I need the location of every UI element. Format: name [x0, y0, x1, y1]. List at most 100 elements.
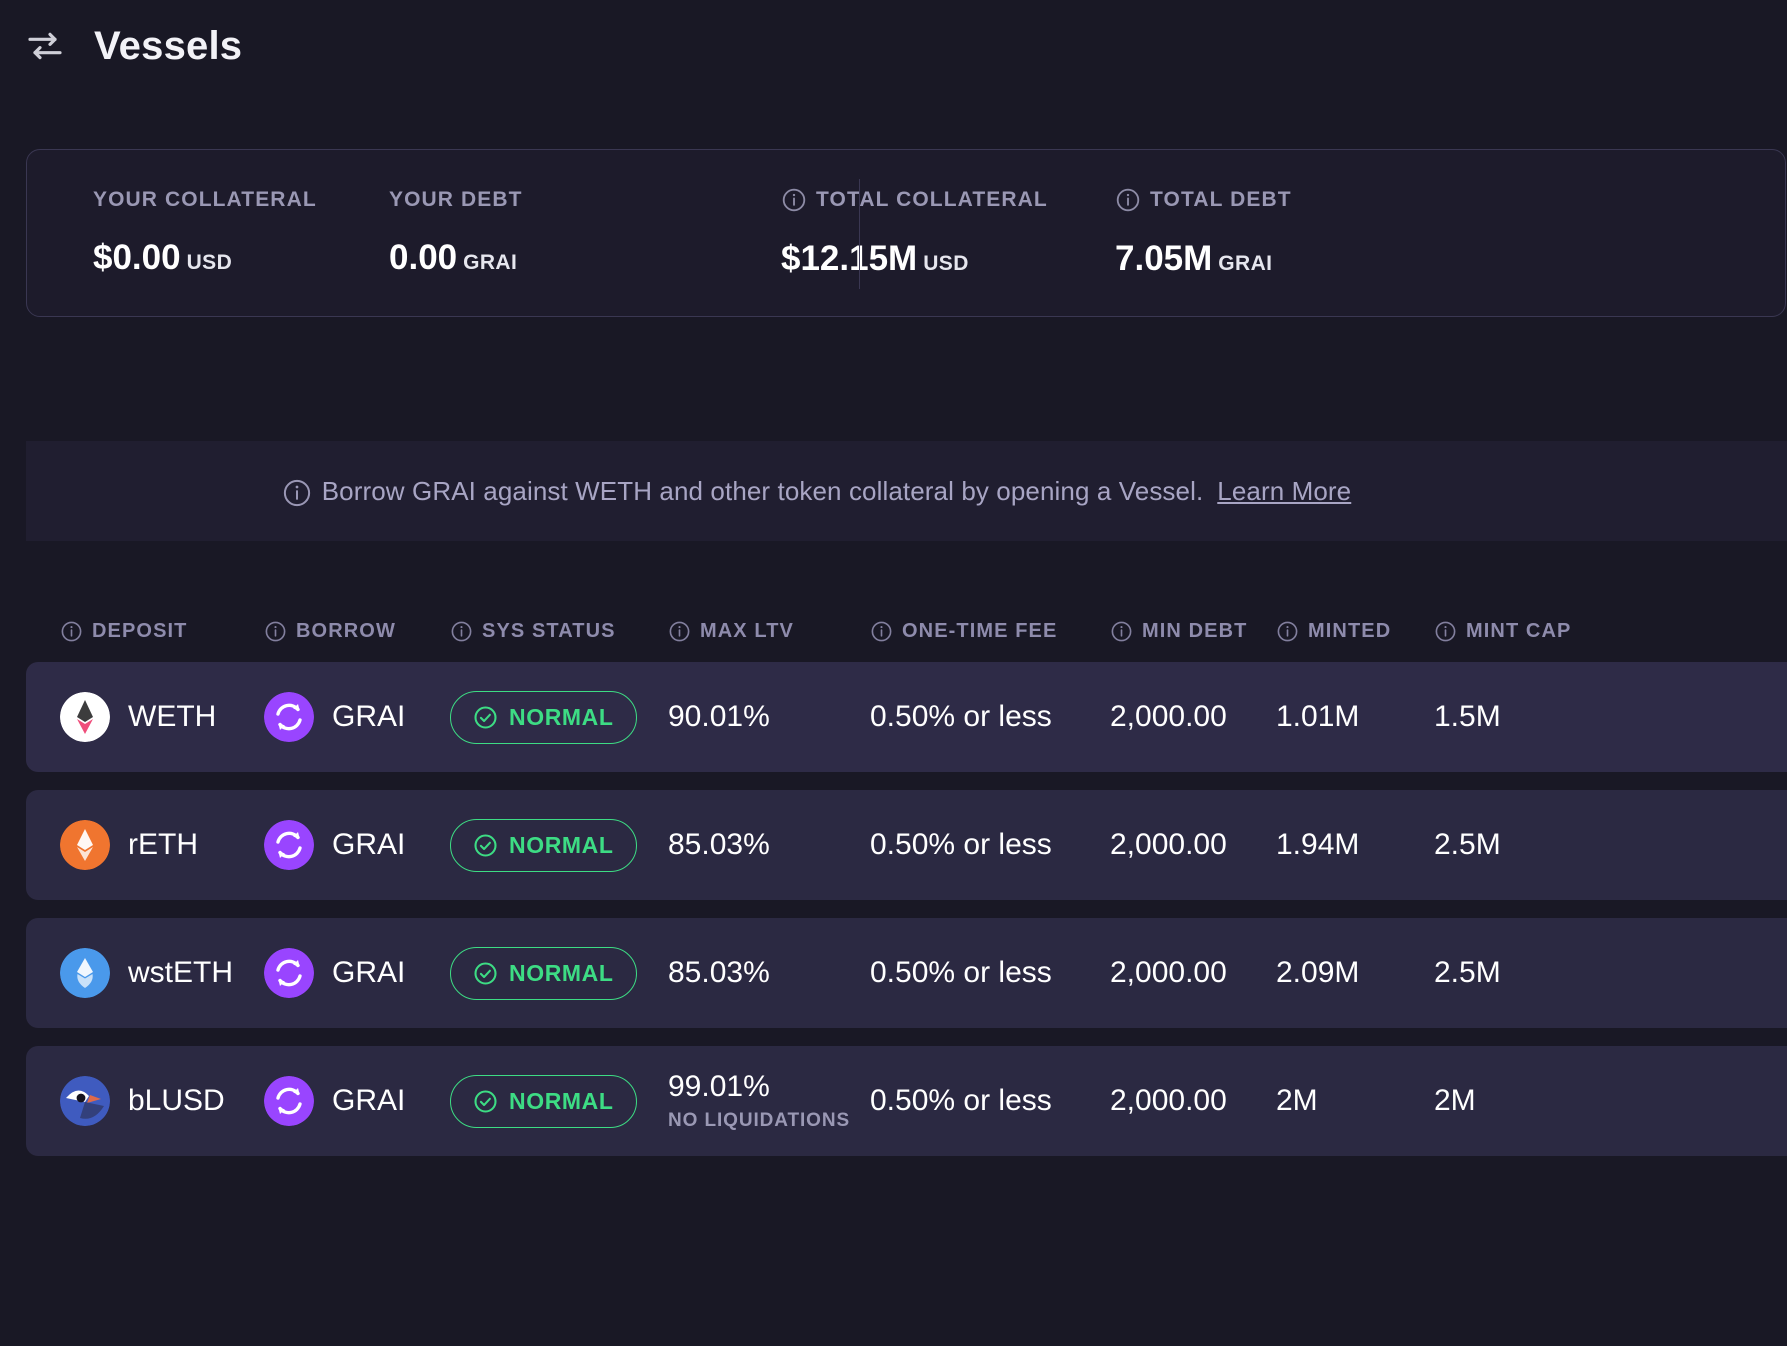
cell-one-time-fee: 0.50% or less	[870, 956, 1110, 990]
column-header-deposit-label: DEPOSIT	[92, 620, 188, 643]
borrow-token-name: GRAI	[332, 1084, 405, 1118]
stats-divider	[859, 179, 860, 289]
check-circle-icon	[473, 833, 498, 858]
status-badge-label: NORMAL	[509, 832, 614, 859]
status-badge: NORMAL	[450, 1075, 637, 1128]
page-title: Vessels	[94, 24, 242, 69]
info-icon[interactable]	[450, 620, 473, 643]
total-collateral-label: TOTAL COLLATERAL	[781, 187, 1115, 213]
cell-min-debt: 2,000.00	[1110, 1084, 1276, 1118]
cell-deposit: wstETH	[60, 948, 264, 998]
banner-text: Borrow GRAI against WETH and other token…	[322, 476, 1204, 507]
table-row[interactable]: bLUSD	[26, 1046, 1787, 1156]
reth-token-icon	[60, 820, 110, 870]
info-icon[interactable]	[781, 187, 807, 213]
your-debt-unit: GRAI	[463, 251, 517, 274]
your-collateral-value: $0.00 USD	[93, 238, 389, 278]
cell-mint-cap: 2M	[1434, 1084, 1594, 1118]
stat-total-collateral: TOTAL COLLATERAL $12.15MUSD	[781, 187, 1115, 279]
cell-deposit: WETH	[60, 692, 264, 742]
cell-deposit: bLUSD	[60, 1076, 264, 1126]
cell-max-ltv: 90.01%	[668, 700, 870, 734]
column-header-min-debt[interactable]: MIN DEBT	[1110, 620, 1276, 643]
vessels-page: Vessels YOUR COLLATERAL $0.00USD YOUR DE…	[0, 0, 1787, 1346]
swap-arrows-icon	[22, 23, 68, 69]
cell-mint-cap: 2.5M	[1434, 956, 1594, 990]
your-collateral-unit: USD	[187, 251, 233, 274]
column-header-mint-cap[interactable]: MINT CAP	[1434, 620, 1594, 643]
column-header-borrow[interactable]: BORROW	[264, 620, 450, 643]
cell-mint-cap: 1.5M	[1434, 700, 1594, 734]
column-header-one-time-fee[interactable]: ONE-TIME FEE	[870, 620, 1110, 643]
cell-min-debt: 2,000.00	[1110, 700, 1276, 734]
cell-min-debt: 2,000.00	[1110, 828, 1276, 862]
cell-max-ltv: 85.03%	[668, 828, 870, 862]
stat-total-debt: TOTAL DEBT 7.05M GRAI	[1115, 187, 1449, 279]
info-icon[interactable]	[1434, 620, 1457, 643]
max-ltv-value: 99.01%	[668, 1070, 850, 1104]
column-header-sys-status[interactable]: SYS STATUS	[450, 620, 668, 643]
total-debt-amount: 7.05M	[1115, 239, 1212, 278]
info-icon[interactable]	[870, 620, 893, 643]
total-debt-value: 7.05M GRAI	[1115, 239, 1449, 279]
status-badge-label: NORMAL	[509, 960, 614, 987]
table-body: WETH	[0, 662, 1787, 1156]
cell-minted: 2M	[1276, 1084, 1434, 1118]
info-icon[interactable]	[668, 620, 691, 643]
your-debt-label: YOUR DEBT	[389, 188, 719, 212]
cell-sys-status: NORMAL	[450, 1075, 668, 1128]
cell-one-time-fee: 0.50% or less	[870, 828, 1110, 862]
wsteth-token-icon	[60, 948, 110, 998]
cell-min-debt: 2,000.00	[1110, 956, 1276, 990]
your-collateral-amount: $0.00	[93, 238, 181, 277]
total-debt-label: TOTAL DEBT	[1115, 187, 1449, 213]
status-badge: NORMAL	[450, 947, 637, 1000]
grai-token-icon	[264, 820, 314, 870]
info-icon[interactable]	[282, 478, 308, 504]
grai-token-icon	[264, 948, 314, 998]
info-icon[interactable]	[1115, 187, 1141, 213]
status-badge-label: NORMAL	[509, 1088, 614, 1115]
cell-sys-status: NORMAL	[450, 819, 668, 872]
weth-token-icon	[60, 692, 110, 742]
column-header-max-ltv-label: MAX LTV	[700, 620, 794, 643]
status-badge: NORMAL	[450, 691, 637, 744]
learn-more-link[interactable]: Learn More	[1217, 476, 1351, 507]
table-row[interactable]: rETH	[26, 790, 1787, 900]
column-header-mint-cap-label: MINT CAP	[1466, 620, 1571, 643]
column-header-minted-label: MINTED	[1308, 620, 1391, 643]
max-ltv-value: 85.03%	[668, 828, 770, 862]
blusd-token-icon	[60, 1076, 110, 1126]
cell-deposit: rETH	[60, 820, 264, 870]
max-ltv-value: 90.01%	[668, 700, 770, 734]
info-icon[interactable]	[60, 620, 83, 643]
cell-borrow: GRAI	[264, 820, 450, 870]
total-collateral-amount: $12.15M	[781, 239, 917, 278]
stat-your-debt: YOUR DEBT 0.00GRAI	[389, 188, 719, 278]
check-circle-icon	[473, 705, 498, 730]
grai-token-icon	[264, 692, 314, 742]
cell-mint-cap: 2.5M	[1434, 828, 1594, 862]
table-row[interactable]: WETH	[26, 662, 1787, 772]
info-icon[interactable]	[1110, 620, 1133, 643]
info-icon[interactable]	[1276, 620, 1299, 643]
stat-your-collateral: YOUR COLLATERAL $0.00USD	[93, 188, 389, 278]
column-header-sys-status-label: SYS STATUS	[482, 620, 616, 643]
total-debt-unit: GRAI	[1218, 252, 1272, 275]
max-ltv-note: NO LIQUIDATIONS	[668, 1110, 850, 1132]
page-header: Vessels	[0, 0, 1787, 74]
grai-token-icon	[264, 1076, 314, 1126]
column-header-one-time-fee-label: ONE-TIME FEE	[902, 620, 1057, 643]
cell-minted: 2.09M	[1276, 956, 1434, 990]
borrow-token-name: GRAI	[332, 700, 405, 734]
column-header-borrow-label: BORROW	[296, 620, 396, 643]
column-header-minted[interactable]: MINTED	[1276, 620, 1434, 643]
deposit-token-name: WETH	[128, 700, 216, 734]
cell-max-ltv: 85.03%	[668, 956, 870, 990]
info-icon[interactable]	[264, 620, 287, 643]
column-header-deposit[interactable]: DEPOSIT	[60, 620, 264, 643]
column-header-max-ltv[interactable]: MAX LTV	[668, 620, 870, 643]
table-row[interactable]: wstETH	[26, 918, 1787, 1028]
borrow-token-name: GRAI	[332, 956, 405, 990]
total-collateral-value: $12.15MUSD	[781, 239, 1115, 279]
